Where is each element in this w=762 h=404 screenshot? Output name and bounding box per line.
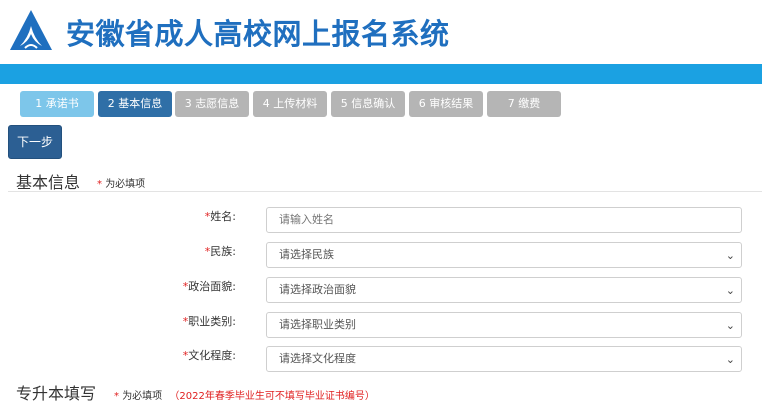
section-title-upgrade: 专升本填写 bbox=[16, 384, 97, 403]
site-title: 安徽省成人高校网上报名系统 bbox=[66, 17, 450, 51]
next-step-button[interactable]: 下一步 bbox=[8, 125, 62, 159]
name-label: *姓名: bbox=[0, 208, 236, 224]
occupation-select-value: 请选择职业类别 bbox=[279, 318, 356, 331]
logo-icon bbox=[10, 10, 52, 50]
required-star: * bbox=[97, 179, 102, 190]
occupation-select[interactable]: 请选择职业类别 ⌄ bbox=[266, 312, 742, 338]
occupation-label: *职业类别: bbox=[0, 313, 236, 329]
required-note: * 为必填项 bbox=[97, 175, 145, 190]
step-3[interactable]: 3 志愿信息 bbox=[175, 91, 249, 117]
political-status-select-value: 请选择政治面貌 bbox=[279, 283, 356, 296]
chevron-down-icon: ⌄ bbox=[725, 353, 735, 366]
required-text: 为必填项 bbox=[105, 179, 146, 190]
graduate-warning: （2022年春季毕业生可不填写毕业证书编号） bbox=[169, 391, 375, 402]
step-6[interactable]: 6 审核结果 bbox=[409, 91, 483, 117]
step-7[interactable]: 7 缴费 bbox=[487, 91, 561, 117]
occupation-label-text: 职业类别: bbox=[188, 315, 236, 328]
step-2[interactable]: 2 基本信息 bbox=[98, 91, 172, 117]
step-5[interactable]: 5 信息确认 bbox=[331, 91, 405, 117]
chevron-down-icon: ⌄ bbox=[725, 284, 735, 297]
ethnicity-label-text: 民族: bbox=[210, 245, 236, 258]
name-label-text: 姓名: bbox=[210, 210, 236, 223]
ethnicity-label: *民族: bbox=[0, 243, 236, 259]
education-select-value: 请选择文化程度 bbox=[279, 352, 356, 365]
name-input[interactable] bbox=[266, 207, 742, 233]
required-text: 为必填项 bbox=[122, 391, 163, 402]
political-status-label-text: 政治面貌: bbox=[188, 280, 236, 293]
step-1[interactable]: 1 承诺书 bbox=[20, 91, 94, 117]
political-status-select[interactable]: 请选择政治面貌 ⌄ bbox=[266, 277, 742, 303]
ethnicity-select[interactable]: 请选择民族 ⌄ bbox=[266, 242, 742, 268]
header-band bbox=[0, 64, 762, 84]
education-select[interactable]: 请选择文化程度 ⌄ bbox=[266, 346, 742, 372]
education-label-text: 文化程度: bbox=[188, 349, 236, 362]
section-divider bbox=[8, 191, 762, 192]
chevron-down-icon: ⌄ bbox=[725, 249, 735, 262]
chevron-down-icon: ⌄ bbox=[725, 319, 735, 332]
step-4[interactable]: 4 上传材料 bbox=[253, 91, 327, 117]
education-label: *文化程度: bbox=[0, 347, 236, 363]
political-status-label: *政治面貌: bbox=[0, 278, 236, 294]
site-header: 安徽省成人高校网上报名系统 bbox=[0, 0, 762, 64]
ethnicity-select-value: 请选择民族 bbox=[279, 248, 334, 261]
section-title-basic: 基本信息 bbox=[16, 173, 81, 192]
required-star: * bbox=[114, 391, 119, 402]
